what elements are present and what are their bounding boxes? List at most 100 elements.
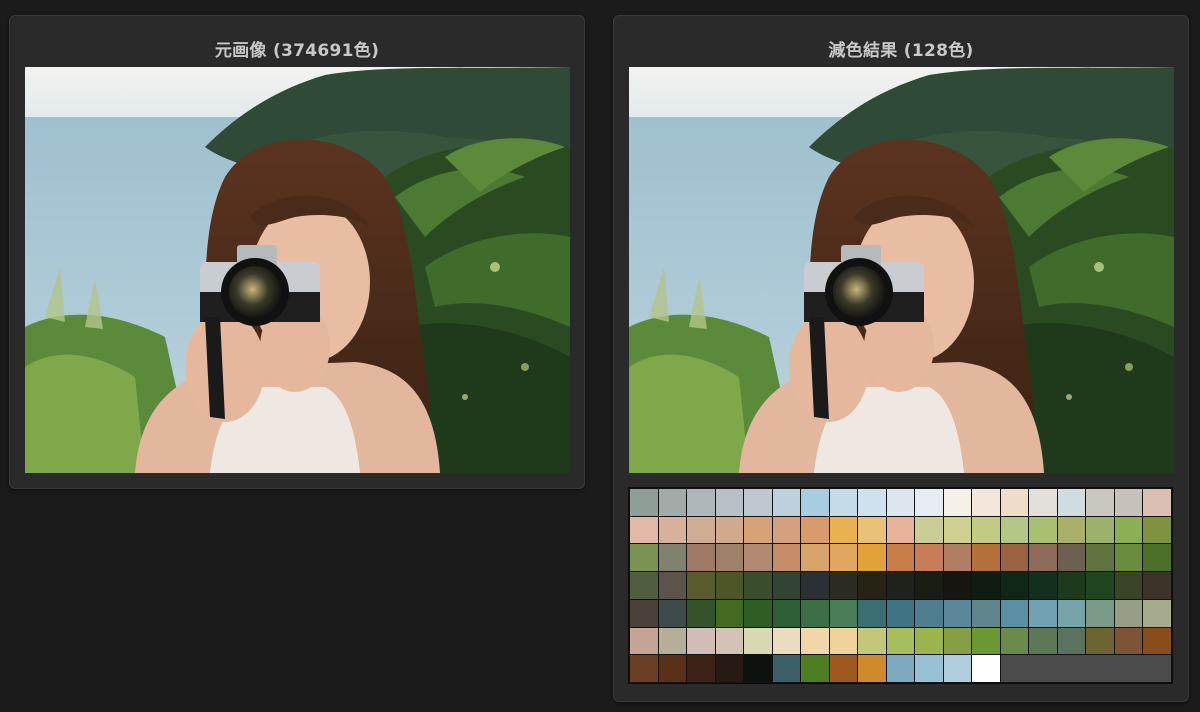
palette-swatch: [915, 627, 943, 655]
palette-swatch: [715, 572, 744, 599]
palette-swatch: [858, 655, 886, 682]
palette-swatch: [829, 544, 858, 572]
palette-swatch: [1086, 544, 1114, 572]
palette-swatch: [1114, 599, 1143, 627]
palette-swatch: [801, 572, 829, 599]
palette-swatch: [886, 516, 915, 544]
palette-swatch: [630, 516, 658, 544]
palette-swatch: [915, 572, 943, 599]
palette-swatch: [687, 655, 715, 682]
palette-swatch: [1143, 489, 1171, 516]
palette-swatch: [744, 544, 772, 572]
palette-swatch: [1143, 516, 1171, 544]
palette-swatch: [772, 599, 801, 627]
palette-swatch: [1057, 599, 1086, 627]
palette-swatch: [1114, 544, 1143, 572]
palette-swatch: [1029, 489, 1057, 516]
palette-swatch: [744, 572, 772, 599]
palette-swatch: [1086, 489, 1114, 516]
color-palette: [628, 487, 1173, 684]
palette-swatch: [1000, 599, 1029, 627]
palette-swatch: [1143, 572, 1171, 599]
palette-swatch: [972, 599, 1000, 627]
palette-swatch: [772, 544, 801, 572]
palette-swatch: [943, 599, 972, 627]
palette-swatch: [915, 516, 943, 544]
palette-swatch: [1057, 516, 1086, 544]
palette-swatch: [858, 544, 886, 572]
palette-swatch: [1143, 544, 1171, 572]
palette-swatch: [772, 516, 801, 544]
palette-swatch: [972, 655, 1000, 682]
palette-swatch: [1029, 544, 1057, 572]
palette-swatch: [715, 599, 744, 627]
palette-swatch: [1000, 572, 1029, 599]
palette-swatch: [858, 516, 886, 544]
palette-swatch: [972, 572, 1000, 599]
palette-swatch: [886, 544, 915, 572]
palette-swatch: [1086, 599, 1114, 627]
palette-swatch: [687, 516, 715, 544]
palette-swatch: [1029, 627, 1057, 655]
palette-swatch: [858, 627, 886, 655]
palette-swatch: [886, 627, 915, 655]
palette-swatch: [1029, 516, 1057, 544]
palette-swatch: [1000, 489, 1029, 516]
palette-swatch: [1057, 489, 1086, 516]
palette-swatch: [943, 655, 972, 682]
palette-swatch: [687, 572, 715, 599]
palette-swatch: [772, 572, 801, 599]
palette-swatch: [1057, 544, 1086, 572]
palette-swatch: [744, 655, 772, 682]
palette-swatch: [1143, 599, 1171, 627]
palette-swatch: [829, 489, 858, 516]
palette-swatch: [801, 599, 829, 627]
palette-swatch: [801, 516, 829, 544]
palette-swatch: [687, 627, 715, 655]
palette-swatch: [801, 489, 829, 516]
palette-swatch: [858, 599, 886, 627]
palette-swatch: [1114, 489, 1143, 516]
palette-swatch: [972, 544, 1000, 572]
palette-swatch: [943, 627, 972, 655]
palette-swatch: [744, 599, 772, 627]
palette-swatch: [715, 655, 744, 682]
palette-swatch: [858, 489, 886, 516]
palette-swatch: [943, 516, 972, 544]
palette-swatch: [630, 572, 658, 599]
reduced-color-panel: 減色結果 (128色): [613, 15, 1189, 702]
original-image-panel: 元画像 (374691色): [9, 15, 585, 489]
palette-swatch: [630, 627, 658, 655]
reduced-color-title: 減色結果 (128色): [828, 41, 974, 61]
palette-swatch: [1029, 599, 1057, 627]
palette-swatch: [1114, 516, 1143, 544]
palette-swatch: [943, 572, 972, 599]
palette-swatch: [744, 627, 772, 655]
palette-swatch: [687, 544, 715, 572]
palette-swatch: [658, 599, 687, 627]
palette-swatch: [1086, 516, 1114, 544]
palette-swatch: [687, 489, 715, 516]
palette-swatch: [801, 655, 829, 682]
palette-swatch: [886, 655, 915, 682]
palette-swatch: [1086, 627, 1114, 655]
palette-swatch: [715, 544, 744, 572]
palette-swatch: [858, 572, 886, 599]
palette-swatch: [943, 544, 972, 572]
palette-swatch: [886, 572, 915, 599]
palette-swatch: [972, 627, 1000, 655]
palette-swatch: [658, 627, 687, 655]
palette-swatch: [886, 489, 915, 516]
palette-swatch: [801, 627, 829, 655]
palette-swatch: [972, 489, 1000, 516]
palette-swatch: [658, 572, 687, 599]
palette-swatch: [630, 544, 658, 572]
palette-swatch: [772, 655, 801, 682]
palette-swatch: [829, 599, 858, 627]
palette-swatch: [744, 516, 772, 544]
palette-swatch: [829, 655, 858, 682]
palette-swatch: [687, 599, 715, 627]
reduced-photo: [629, 67, 1174, 473]
palette-swatch: [630, 599, 658, 627]
palette-swatch: [829, 627, 858, 655]
